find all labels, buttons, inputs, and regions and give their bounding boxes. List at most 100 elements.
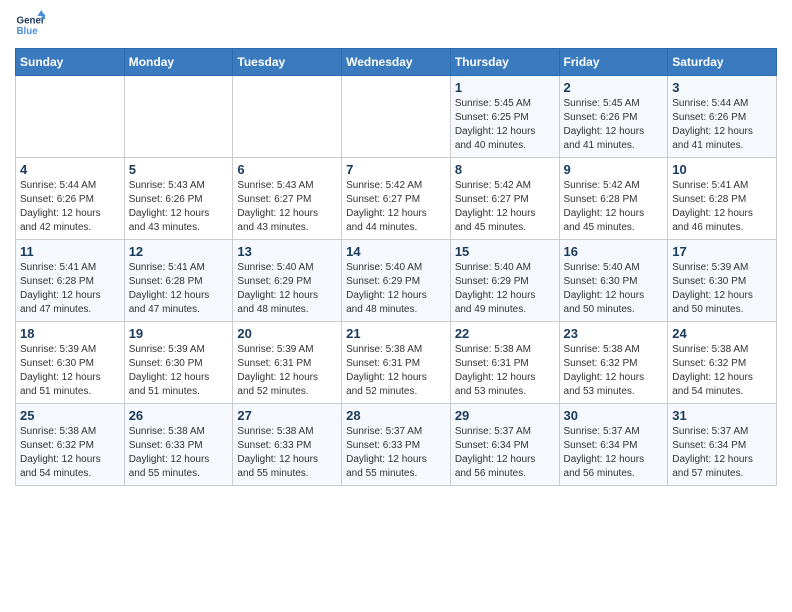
day-number: 3 bbox=[672, 80, 772, 95]
calendar-cell: 7Sunrise: 5:42 AM Sunset: 6:27 PM Daylig… bbox=[342, 158, 451, 240]
day-number: 18 bbox=[20, 326, 120, 341]
calendar-cell bbox=[233, 76, 342, 158]
day-number: 5 bbox=[129, 162, 229, 177]
day-number: 7 bbox=[346, 162, 446, 177]
day-number: 2 bbox=[564, 80, 664, 95]
day-info: Sunrise: 5:42 AM Sunset: 6:27 PM Dayligh… bbox=[455, 179, 555, 235]
logo-icon: General Blue bbox=[15, 10, 45, 40]
day-number: 29 bbox=[455, 408, 555, 423]
calendar-cell: 28 Sunrise: 5:37 AM Sunset: 6:33 PM Dayli… bbox=[342, 404, 451, 486]
calendar-week-2: 4 Sunrise: 5:44 AM Sunset: 6:26 PM Daylig… bbox=[16, 158, 777, 240]
day-number: 25 bbox=[20, 408, 120, 423]
calendar-cell: 31 Sunrise: 5:37 AM Sunset: 6:34 PM Dayli… bbox=[668, 404, 777, 486]
day-number: 22 bbox=[455, 326, 555, 341]
calendar-cell: 30Sunrise: 5:37 AM Sunset: 6:34 PM Dayli… bbox=[559, 404, 668, 486]
day-info: Sunrise: 5:40 AM Sunset: 6:29 PM Dayligh… bbox=[346, 261, 446, 317]
calendar-cell: 4 Sunrise: 5:44 AM Sunset: 6:26 PM Daylig… bbox=[16, 158, 125, 240]
calendar-cell: 22 Sunrise: 5:38 AM Sunset: 6:31 PM Dayli… bbox=[450, 322, 559, 404]
day-info: Sunrise: 5:38 AM Sunset: 6:32 PM Dayligh… bbox=[564, 343, 664, 399]
day-info: Sunrise: 5:45 AM Sunset: 6:26 PM Dayligh… bbox=[564, 97, 664, 153]
day-number: 21 bbox=[346, 326, 446, 341]
calendar-cell: 8 Sunrise: 5:42 AM Sunset: 6:27 PM Daylig… bbox=[450, 158, 559, 240]
day-info: Sunrise: 5:40 AM Sunset: 6:29 PM Dayligh… bbox=[455, 261, 555, 317]
calendar-cell: 2 Sunrise: 5:45 AM Sunset: 6:26 PM Daylig… bbox=[559, 76, 668, 158]
day-info: Sunrise: 5:38 AM Sunset: 6:33 PM Dayligh… bbox=[129, 425, 229, 481]
calendar-cell: 20 Sunrise: 5:39 AM Sunset: 6:31 PM Dayli… bbox=[233, 322, 342, 404]
calendar-cell: 19Sunrise: 5:39 AM Sunset: 6:30 PM Dayli… bbox=[124, 322, 233, 404]
calendar-cell: 25Sunrise: 5:38 AM Sunset: 6:32 PM Dayli… bbox=[16, 404, 125, 486]
day-info: Sunrise: 5:41 AM Sunset: 6:28 PM Dayligh… bbox=[672, 179, 772, 235]
day-info: Sunrise: 5:38 AM Sunset: 6:33 PM Dayligh… bbox=[237, 425, 337, 481]
day-info: Sunrise: 5:44 AM Sunset: 6:26 PM Dayligh… bbox=[20, 179, 120, 235]
calendar-cell: 14 Sunrise: 5:40 AM Sunset: 6:29 PM Dayli… bbox=[342, 240, 451, 322]
day-number: 23 bbox=[564, 326, 664, 341]
weekday-header-friday: Friday bbox=[559, 49, 668, 76]
day-number: 24 bbox=[672, 326, 772, 341]
page-header: General Blue bbox=[15, 10, 777, 40]
day-info: Sunrise: 5:40 AM Sunset: 6:30 PM Dayligh… bbox=[564, 261, 664, 317]
day-info: Sunrise: 5:39 AM Sunset: 6:30 PM Dayligh… bbox=[672, 261, 772, 317]
day-number: 11 bbox=[20, 244, 120, 259]
weekday-header-tuesday: Tuesday bbox=[233, 49, 342, 76]
calendar-week-3: 11 Sunrise: 5:41 AM Sunset: 6:28 PM Dayli… bbox=[16, 240, 777, 322]
calendar-cell: 21 Sunrise: 5:38 AM Sunset: 6:31 PM Dayli… bbox=[342, 322, 451, 404]
day-number: 10 bbox=[672, 162, 772, 177]
day-number: 4 bbox=[20, 162, 120, 177]
calendar-cell: 27 Sunrise: 5:38 AM Sunset: 6:33 PM Dayli… bbox=[233, 404, 342, 486]
day-info: Sunrise: 5:41 AM Sunset: 6:28 PM Dayligh… bbox=[129, 261, 229, 317]
day-number: 9 bbox=[564, 162, 664, 177]
day-number: 31 bbox=[672, 408, 772, 423]
calendar-cell: 26 Sunrise: 5:38 AM Sunset: 6:33 PM Dayli… bbox=[124, 404, 233, 486]
calendar-table: SundayMondayTuesdayWednesdayThursdayFrid… bbox=[15, 48, 777, 486]
weekday-header-saturday: Saturday bbox=[668, 49, 777, 76]
day-info: Sunrise: 5:37 AM Sunset: 6:33 PM Dayligh… bbox=[346, 425, 446, 481]
day-info: Sunrise: 5:37 AM Sunset: 6:34 PM Dayligh… bbox=[455, 425, 555, 481]
day-number: 28 bbox=[346, 408, 446, 423]
day-number: 14 bbox=[346, 244, 446, 259]
day-number: 1 bbox=[455, 80, 555, 95]
day-number: 26 bbox=[129, 408, 229, 423]
calendar-week-1: 1Sunrise: 5:45 AM Sunset: 6:25 PM Daylig… bbox=[16, 76, 777, 158]
calendar-cell: 11 Sunrise: 5:41 AM Sunset: 6:28 PM Dayli… bbox=[16, 240, 125, 322]
calendar-cell: 6 Sunrise: 5:43 AM Sunset: 6:27 PM Daylig… bbox=[233, 158, 342, 240]
calendar-cell: 13 Sunrise: 5:40 AM Sunset: 6:29 PM Dayli… bbox=[233, 240, 342, 322]
day-info: Sunrise: 5:42 AM Sunset: 6:28 PM Dayligh… bbox=[564, 179, 664, 235]
day-info: Sunrise: 5:40 AM Sunset: 6:29 PM Dayligh… bbox=[237, 261, 337, 317]
calendar-cell bbox=[342, 76, 451, 158]
day-info: Sunrise: 5:37 AM Sunset: 6:34 PM Dayligh… bbox=[672, 425, 772, 481]
day-number: 19 bbox=[129, 326, 229, 341]
calendar-cell: 10 Sunrise: 5:41 AM Sunset: 6:28 PM Dayli… bbox=[668, 158, 777, 240]
calendar-week-4: 18 Sunrise: 5:39 AM Sunset: 6:30 PM Dayli… bbox=[16, 322, 777, 404]
calendar-cell bbox=[124, 76, 233, 158]
calendar-cell: 23 Sunrise: 5:38 AM Sunset: 6:32 PM Dayli… bbox=[559, 322, 668, 404]
calendar-cell: 24 Sunrise: 5:38 AM Sunset: 6:32 PM Dayli… bbox=[668, 322, 777, 404]
calendar-week-5: 25Sunrise: 5:38 AM Sunset: 6:32 PM Dayli… bbox=[16, 404, 777, 486]
calendar-cell: 16 Sunrise: 5:40 AM Sunset: 6:30 PM Dayli… bbox=[559, 240, 668, 322]
calendar-cell: 1Sunrise: 5:45 AM Sunset: 6:25 PM Daylig… bbox=[450, 76, 559, 158]
day-number: 16 bbox=[564, 244, 664, 259]
day-number: 8 bbox=[455, 162, 555, 177]
day-info: Sunrise: 5:43 AM Sunset: 6:26 PM Dayligh… bbox=[129, 179, 229, 235]
day-info: Sunrise: 5:38 AM Sunset: 6:31 PM Dayligh… bbox=[455, 343, 555, 399]
day-number: 6 bbox=[237, 162, 337, 177]
day-number: 27 bbox=[237, 408, 337, 423]
calendar-cell: 9 Sunrise: 5:42 AM Sunset: 6:28 PM Daylig… bbox=[559, 158, 668, 240]
day-info: Sunrise: 5:38 AM Sunset: 6:32 PM Dayligh… bbox=[672, 343, 772, 399]
day-info: Sunrise: 5:37 AM Sunset: 6:34 PM Dayligh… bbox=[564, 425, 664, 481]
day-info: Sunrise: 5:39 AM Sunset: 6:30 PM Dayligh… bbox=[20, 343, 120, 399]
calendar-cell: 3Sunrise: 5:44 AM Sunset: 6:26 PM Daylig… bbox=[668, 76, 777, 158]
weekday-header-wednesday: Wednesday bbox=[342, 49, 451, 76]
day-number: 13 bbox=[237, 244, 337, 259]
day-number: 15 bbox=[455, 244, 555, 259]
day-info: Sunrise: 5:41 AM Sunset: 6:28 PM Dayligh… bbox=[20, 261, 120, 317]
day-info: Sunrise: 5:39 AM Sunset: 6:31 PM Dayligh… bbox=[237, 343, 337, 399]
day-info: Sunrise: 5:43 AM Sunset: 6:27 PM Dayligh… bbox=[237, 179, 337, 235]
calendar-cell: 12Sunrise: 5:41 AM Sunset: 6:28 PM Dayli… bbox=[124, 240, 233, 322]
day-number: 20 bbox=[237, 326, 337, 341]
calendar-cell: 18 Sunrise: 5:39 AM Sunset: 6:30 PM Dayli… bbox=[16, 322, 125, 404]
day-info: Sunrise: 5:38 AM Sunset: 6:31 PM Dayligh… bbox=[346, 343, 446, 399]
logo: General Blue bbox=[15, 10, 45, 40]
calendar-cell bbox=[16, 76, 125, 158]
svg-text:Blue: Blue bbox=[17, 26, 39, 37]
weekday-header-thursday: Thursday bbox=[450, 49, 559, 76]
